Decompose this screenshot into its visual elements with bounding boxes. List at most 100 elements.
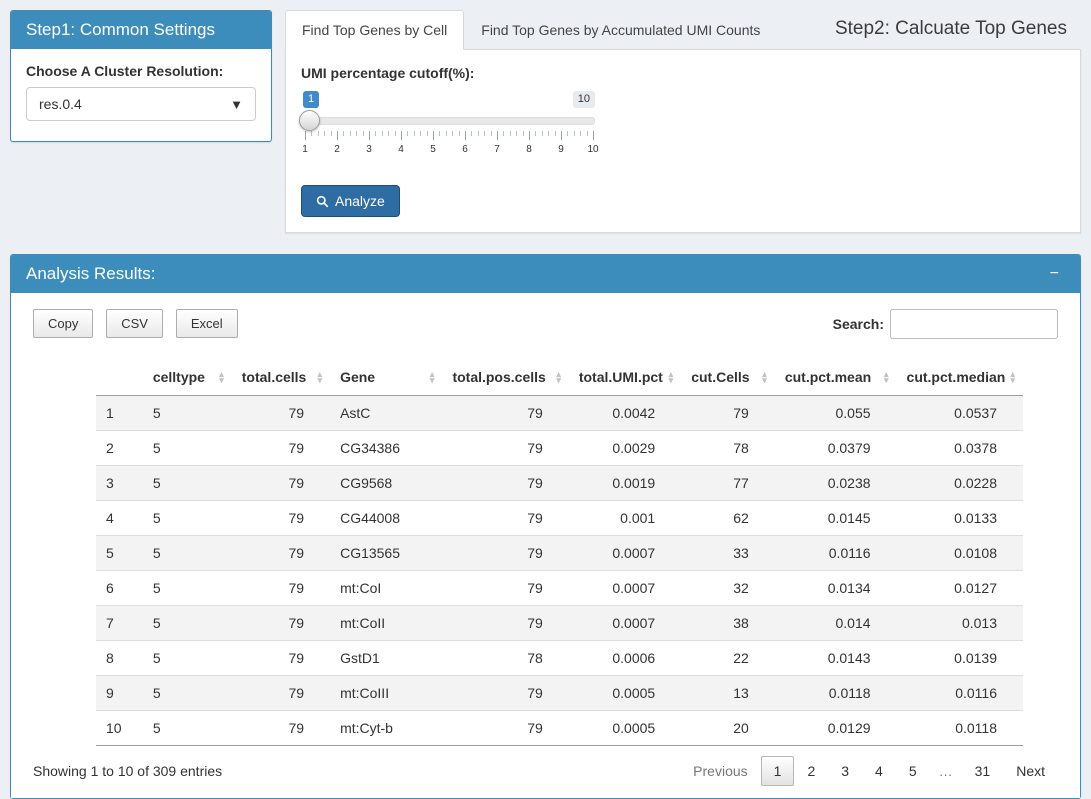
- slider-tick: [516, 131, 517, 136]
- previous-page-button[interactable]: Previous: [680, 756, 760, 786]
- table-cell: 0.0379: [775, 431, 897, 466]
- slider-tick: [587, 131, 588, 136]
- step2-title: Step2: Calcuate Top Genes: [835, 10, 1081, 49]
- csv-button[interactable]: CSV: [106, 309, 163, 338]
- page-button-1[interactable]: 1: [761, 756, 795, 786]
- page-button-2[interactable]: 2: [794, 756, 828, 786]
- table-cell: 0.0537: [897, 396, 1023, 431]
- slider-tick: [459, 131, 460, 136]
- table-cell: CG13565: [330, 536, 442, 571]
- table-row[interactable]: 3579CG9568790.0019770.02380.0228: [96, 466, 1023, 501]
- slider-tick: [401, 131, 402, 140]
- table-cell: 79: [442, 606, 568, 641]
- slider-tick: [388, 131, 389, 136]
- next-page-button[interactable]: Next: [1003, 756, 1058, 786]
- column-header-cut.pct.mean[interactable]: cut.pct.mean▴▾: [775, 359, 897, 396]
- table-cell: 79: [232, 396, 330, 431]
- slider-tick-label: 6: [462, 144, 468, 155]
- column-header-total.pos.cells[interactable]: total.pos.cells▴▾: [442, 359, 568, 396]
- table-header-row: celltype▴▾total.cells▴▾Gene▴▾total.pos.c…: [96, 359, 1023, 396]
- slider-track[interactable]: [303, 117, 595, 125]
- table-cell: 0.0118: [897, 711, 1023, 746]
- results-table-body: 1579AstC790.0042790.0550.05372579CG34386…: [96, 396, 1023, 746]
- page-button-5[interactable]: 5: [896, 756, 930, 786]
- column-header-total.cells[interactable]: total.cells▴▾: [232, 359, 330, 396]
- slider-tick: [491, 131, 492, 136]
- table-row[interactable]: 7579mt:CoII790.0007380.0140.013: [96, 606, 1023, 641]
- table-row[interactable]: 2579CG34386790.0029780.03790.0378: [96, 431, 1023, 466]
- page-button-3[interactable]: 3: [828, 756, 862, 786]
- slider-tick: [523, 131, 524, 136]
- column-header-Gene[interactable]: Gene▴▾: [330, 359, 442, 396]
- sort-icon: ▴▾: [762, 371, 767, 383]
- table-cell: 0.013: [897, 606, 1023, 641]
- table-row[interactable]: 5579CG13565790.0007330.01160.0108: [96, 536, 1023, 571]
- table-cell: 0.0116: [897, 676, 1023, 711]
- step1-panel-body: Choose A Cluster Resolution: res.0.4 ▼: [11, 49, 271, 141]
- slider-grid: 12345678910: [305, 131, 593, 161]
- table-cell: 0.0127: [897, 571, 1023, 606]
- slider-tick: [471, 131, 472, 136]
- table-cell: 0.0116: [775, 536, 897, 571]
- pagination: Previous 12345…31 Next: [680, 756, 1058, 786]
- excel-button[interactable]: Excel: [176, 309, 238, 338]
- table-cell: 33: [681, 536, 775, 571]
- slider-handle[interactable]: [299, 110, 320, 131]
- column-header-celltype[interactable]: celltype▴▾: [143, 359, 232, 396]
- umi-cutoff-slider[interactable]: 1 10 12345678910: [303, 117, 595, 165]
- table-cell: 0.0118: [775, 676, 897, 711]
- analyze-button[interactable]: Analyze: [301, 185, 400, 217]
- slider-tick: [305, 131, 306, 140]
- table-info: Showing 1 to 10 of 309 entries: [33, 763, 222, 779]
- table-row[interactable]: 1579AstC790.0042790.0550.0537: [96, 396, 1023, 431]
- slider-tick-label: 5: [430, 144, 436, 155]
- copy-button[interactable]: Copy: [33, 309, 93, 338]
- table-cell: 5: [143, 431, 232, 466]
- slider-tick-label: 9: [558, 144, 564, 155]
- slider-tick: [561, 131, 562, 140]
- column-header-cut.pct.median[interactable]: cut.pct.median▴▾: [897, 359, 1023, 396]
- table-cell: 79: [442, 536, 568, 571]
- page-button-31[interactable]: 31: [962, 756, 1004, 786]
- tab-find-top-genes-by-cell[interactable]: Find Top Genes by Cell: [285, 10, 464, 50]
- sort-icon: ▴▾: [884, 371, 889, 383]
- table-cell: 0.0139: [897, 641, 1023, 676]
- collapse-button[interactable]: −: [1044, 265, 1065, 283]
- table-row[interactable]: 6579mt:CoI790.0007320.01340.0127: [96, 571, 1023, 606]
- column-label: celltype: [153, 369, 205, 385]
- table-cell: 0.0006: [569, 641, 681, 676]
- table-row[interactable]: 10579mt:Cyt-b790.0005200.01290.0118: [96, 711, 1023, 746]
- tab-find-top-genes-by-accumulated-umi[interactable]: Find Top Genes by Accumulated UMI Counts: [464, 10, 777, 49]
- slider-tick: [478, 131, 479, 136]
- slider-tick-label: 2: [334, 144, 340, 155]
- cluster-resolution-select[interactable]: res.0.4 ▼: [26, 87, 256, 121]
- table-cell: 0.0145: [775, 501, 897, 536]
- page-button-4[interactable]: 4: [862, 756, 896, 786]
- column-header-total.UMI.pct[interactable]: total.UMI.pct▴▾: [569, 359, 681, 396]
- table-cell: 0.001: [569, 501, 681, 536]
- table-row[interactable]: 4579CG44008790.001620.01450.0133: [96, 501, 1023, 536]
- column-header-cut.Cells[interactable]: cut.Cells▴▾: [681, 359, 775, 396]
- slider-tick: [529, 131, 530, 140]
- table-cell: 79: [232, 501, 330, 536]
- table-cell: 62: [681, 501, 775, 536]
- table-cell: 0.0019: [569, 466, 681, 501]
- step1-panel-header: Step1: Common Settings: [11, 11, 271, 49]
- table-cell: 22: [681, 641, 775, 676]
- search-input[interactable]: [890, 309, 1058, 339]
- table-cell: 5: [143, 641, 232, 676]
- table-cell: 38: [681, 606, 775, 641]
- step2-tab-body: UMI percentage cutoff(%): 1 10 123456789…: [285, 49, 1081, 233]
- column-label: total.cells: [242, 369, 307, 385]
- table-cell: 5: [143, 711, 232, 746]
- table-cell: CG44008: [330, 501, 442, 536]
- table-cell: 79: [442, 431, 568, 466]
- table-cell: 0.0238: [775, 466, 897, 501]
- table-row[interactable]: 8579GstD1780.0006220.01430.0139: [96, 641, 1023, 676]
- slider-tick: [318, 131, 319, 136]
- table-cell: 8: [96, 641, 143, 676]
- step2-tab-bar: Find Top Genes by Cell Find Top Genes by…: [285, 10, 1081, 49]
- table-cell: 0.0133: [897, 501, 1023, 536]
- table-row[interactable]: 9579mt:CoIII790.0005130.01180.0116: [96, 676, 1023, 711]
- export-buttons: Copy CSV Excel: [33, 309, 247, 338]
